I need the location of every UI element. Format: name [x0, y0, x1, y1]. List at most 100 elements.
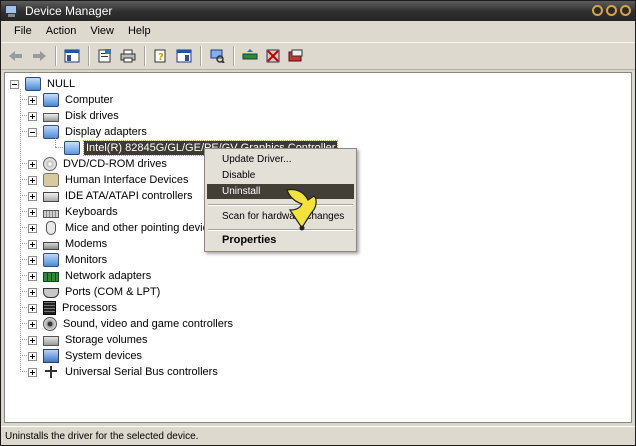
tree-connector — [20, 227, 27, 228]
tree-category-item[interactable]: Computer — [28, 92, 115, 108]
video-card-icon — [64, 141, 80, 155]
tree-item-label: Monitors — [65, 254, 108, 266]
tree-item-label: Human Interface Devices — [65, 174, 189, 186]
tree-category-item[interactable]: Modems — [28, 236, 109, 252]
disable-device-icon — [266, 49, 280, 63]
status-bar: Uninstalls the driver for the selected d… — [1, 426, 635, 445]
expand-toggle[interactable] — [28, 175, 37, 185]
ide-controller-icon — [43, 192, 59, 202]
tree-item-label: Display adapters — [65, 126, 147, 138]
menu-view[interactable]: View — [83, 22, 121, 40]
scan-hardware-icon — [210, 49, 225, 63]
show-hide-tree-button[interactable] — [61, 45, 83, 67]
tree-connector — [20, 243, 27, 244]
back-icon — [9, 51, 22, 61]
expand-toggle[interactable] — [28, 303, 37, 313]
expand-toggle[interactable] — [28, 319, 37, 329]
monitor-icon — [43, 253, 59, 267]
tree-connector — [20, 195, 27, 196]
expand-toggle[interactable] — [28, 191, 37, 201]
cdrom-icon — [43, 157, 57, 171]
tree-category-item[interactable]: DVD/CD-ROM drives — [28, 156, 169, 172]
tree-category-item[interactable]: Network adapters — [28, 268, 153, 284]
expand-toggle[interactable] — [28, 287, 37, 297]
uninstall-button[interactable] — [285, 45, 307, 67]
menu-disable[interactable]: Disable — [207, 168, 354, 183]
action-pane-button[interactable] — [173, 45, 195, 67]
expand-toggle[interactable] — [28, 207, 37, 217]
disable-button[interactable] — [262, 45, 284, 67]
tree-category-item[interactable]: Sound, video and game controllers — [28, 316, 235, 332]
expand-toggle[interactable] — [28, 239, 37, 249]
expand-toggle[interactable] — [28, 95, 37, 105]
expand-toggle[interactable] — [28, 271, 37, 281]
tree-connector — [55, 147, 63, 148]
tree-root-label: NULL — [47, 78, 76, 90]
tree-item-label: System devices — [65, 350, 143, 362]
menu-action[interactable]: Action — [39, 22, 84, 40]
collapse-toggle[interactable] — [28, 127, 37, 137]
collapse-toggle[interactable] — [10, 79, 19, 89]
tree-connector — [20, 339, 27, 340]
tree-item-label: Processors — [62, 302, 118, 314]
menu-update-driver[interactable]: Update Driver... — [207, 152, 354, 167]
tree-category-item[interactable]: IDE ATA/ATAPI controllers — [28, 188, 195, 204]
tree-category-item[interactable]: Human Interface Devices — [28, 172, 191, 188]
sound-icon — [43, 317, 57, 331]
tree-category-item[interactable]: Storage volumes — [28, 332, 150, 348]
back-button[interactable] — [5, 45, 27, 67]
processor-icon — [43, 301, 56, 315]
toolbar-separator — [144, 46, 146, 66]
expand-toggle[interactable] — [28, 111, 37, 121]
tree-connector — [20, 99, 27, 100]
tree-item-label: Mice and other pointing devices — [65, 222, 220, 234]
tree-connector — [20, 307, 27, 308]
expand-toggle[interactable] — [28, 223, 37, 233]
forward-button[interactable] — [28, 45, 50, 67]
menu-properties[interactable]: Properties — [207, 233, 354, 248]
tree-category-item[interactable]: Display adapters — [28, 124, 149, 140]
system-device-icon — [43, 349, 59, 363]
toolbar-separator — [233, 46, 235, 66]
expand-toggle[interactable] — [28, 159, 37, 169]
modem-icon — [43, 242, 59, 250]
expand-toggle[interactable] — [28, 367, 37, 377]
scan-hardware-button[interactable] — [206, 45, 228, 67]
tree-category-item[interactable]: Monitors — [28, 252, 109, 268]
tree-category-item[interactable]: System devices — [28, 348, 144, 364]
tree-category-item[interactable]: Disk drives — [28, 108, 121, 124]
tree-connector — [20, 211, 27, 212]
print-button[interactable] — [117, 45, 139, 67]
tree-category-item[interactable]: Mice and other pointing devices — [28, 220, 222, 236]
expand-toggle[interactable] — [28, 351, 37, 361]
help-button[interactable]: ? — [150, 45, 172, 67]
tree-connector — [20, 179, 27, 180]
menu-help[interactable]: Help — [121, 22, 158, 40]
uninstall-device-icon — [288, 49, 303, 62]
maximize-button[interactable] — [606, 5, 617, 16]
display-adapter-icon — [43, 125, 59, 139]
title-bar[interactable]: Device Manager — [1, 1, 635, 21]
close-button[interactable] — [620, 5, 631, 16]
expand-toggle[interactable] — [28, 335, 37, 345]
update-driver-icon — [242, 49, 258, 60]
disk-drive-icon — [43, 113, 59, 122]
hid-icon — [43, 173, 59, 187]
computer-icon — [43, 93, 59, 107]
menu-file[interactable]: File — [7, 22, 39, 40]
usb-icon — [43, 365, 59, 379]
update-driver-button[interactable] — [239, 45, 261, 67]
minimize-button[interactable] — [592, 5, 603, 16]
expand-toggle[interactable] — [28, 255, 37, 265]
tree-item-label: Storage volumes — [65, 334, 148, 346]
tree-item-label: Network adapters — [65, 270, 152, 282]
properties-button[interactable] — [94, 45, 116, 67]
forward-icon — [33, 51, 46, 61]
tree-category-item[interactable]: Ports (COM & LPT) — [28, 284, 162, 300]
network-adapter-icon — [43, 272, 59, 282]
tree-connector — [20, 275, 27, 276]
tree-category-item[interactable]: Processors — [28, 300, 119, 316]
tree-category-item[interactable]: Keyboards — [28, 204, 120, 220]
toolbar: ? — [1, 42, 635, 70]
tree-category-item[interactable]: Universal Serial Bus controllers — [28, 364, 220, 380]
